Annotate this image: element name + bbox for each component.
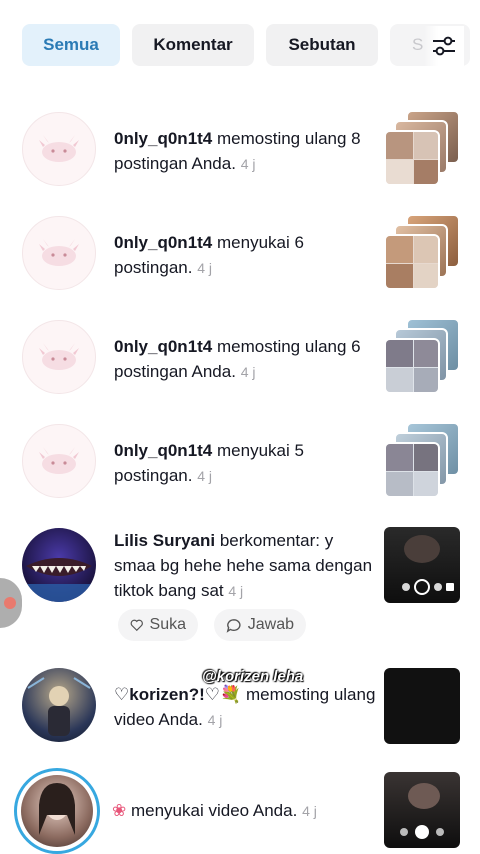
watermark-text: @korizen leha: [202, 668, 304, 685]
tab-sebutan[interactable]: Sebutan: [266, 24, 378, 66]
axolotl-icon: [39, 239, 79, 266]
bouquet-emoji-icon: 💐: [220, 685, 242, 704]
filter-bar: Semua Komentar Sebutan S: [0, 0, 480, 92]
post-thumbnail-stack[interactable]: [384, 214, 460, 290]
axolotl-icon: [39, 447, 79, 474]
notification-text: 0nly_q0n1t4 memosting ulang 8 postingan …: [114, 129, 361, 173]
tab-komentar[interactable]: Komentar: [132, 24, 254, 66]
tab-semua[interactable]: Semua: [22, 24, 120, 66]
video-preview-icon: [400, 783, 444, 839]
like-comment-button[interactable]: Suka: [118, 609, 198, 641]
notification-text: Lilis Suryani berkomentar: y smaa bg heh…: [114, 531, 373, 600]
speech-bubble-icon: [226, 618, 241, 633]
flower-emoji-icon: ❀: [112, 801, 127, 820]
notification-item[interactable]: 0nly_q0n1t4 memosting ulang 6 postingan …: [0, 318, 480, 418]
avatar: [21, 775, 93, 847]
notification-text: 0nly_q0n1t4 menyukai 5 postingan. 4 j: [114, 441, 304, 485]
sliders-icon: [433, 36, 455, 56]
notification-text: ♡korizen?!♡💐 memosting ulang video Anda.…: [114, 685, 376, 729]
notification-item[interactable]: Lilis Suryani berkomentar: y smaa bg heh…: [0, 526, 480, 644]
shark-icon: [22, 558, 96, 602]
avatar[interactable]: [22, 528, 96, 602]
post-thumbnail-stack[interactable]: [384, 422, 460, 498]
like-label: Suka: [149, 616, 186, 633]
notification-item[interactable]: ❀ menyukai video Anda. 4 j: [0, 766, 480, 854]
post-thumbnail-stack[interactable]: [384, 318, 460, 394]
notification-text: 0nly_q0n1t4 memosting ulang 6 postingan …: [114, 337, 361, 381]
story-ring[interactable]: [14, 768, 100, 854]
notification-item[interactable]: 0nly_q0n1t4 menyukai 5 postingan. 4 j: [0, 422, 480, 522]
post-thumbnail-stack[interactable]: [384, 110, 460, 186]
video-thumbnail[interactable]: [384, 527, 460, 603]
reply-label: Jawab: [247, 616, 294, 633]
reply-comment-button[interactable]: Jawab: [214, 609, 306, 641]
notification-item[interactable]: 0nly_q0n1t4 menyukai 6 postingan. 4 j: [0, 214, 480, 314]
axolotl-icon: [39, 135, 79, 162]
avatar[interactable]: [22, 112, 96, 186]
notification-item[interactable]: 0nly_q0n1t4 memosting ulang 8 postingan …: [0, 110, 480, 210]
video-preview-icon: [402, 535, 454, 595]
video-thumbnail[interactable]: [384, 668, 460, 744]
avatar[interactable]: [22, 216, 96, 290]
notification-text: 0nly_q0n1t4 menyukai 6 postingan. 4 j: [114, 233, 304, 277]
avatar[interactable]: [22, 668, 96, 742]
notification-text: ❀ menyukai video Anda. 4 j: [112, 801, 317, 820]
heart-icon: [130, 619, 143, 632]
girl-photo-icon: [39, 783, 75, 835]
avatar[interactable]: [22, 424, 96, 498]
concert-photo-icon: [27, 677, 91, 736]
avatar[interactable]: [22, 320, 96, 394]
filter-button[interactable]: [424, 26, 464, 66]
axolotl-icon: [39, 343, 79, 370]
video-thumbnail[interactable]: [384, 772, 460, 848]
